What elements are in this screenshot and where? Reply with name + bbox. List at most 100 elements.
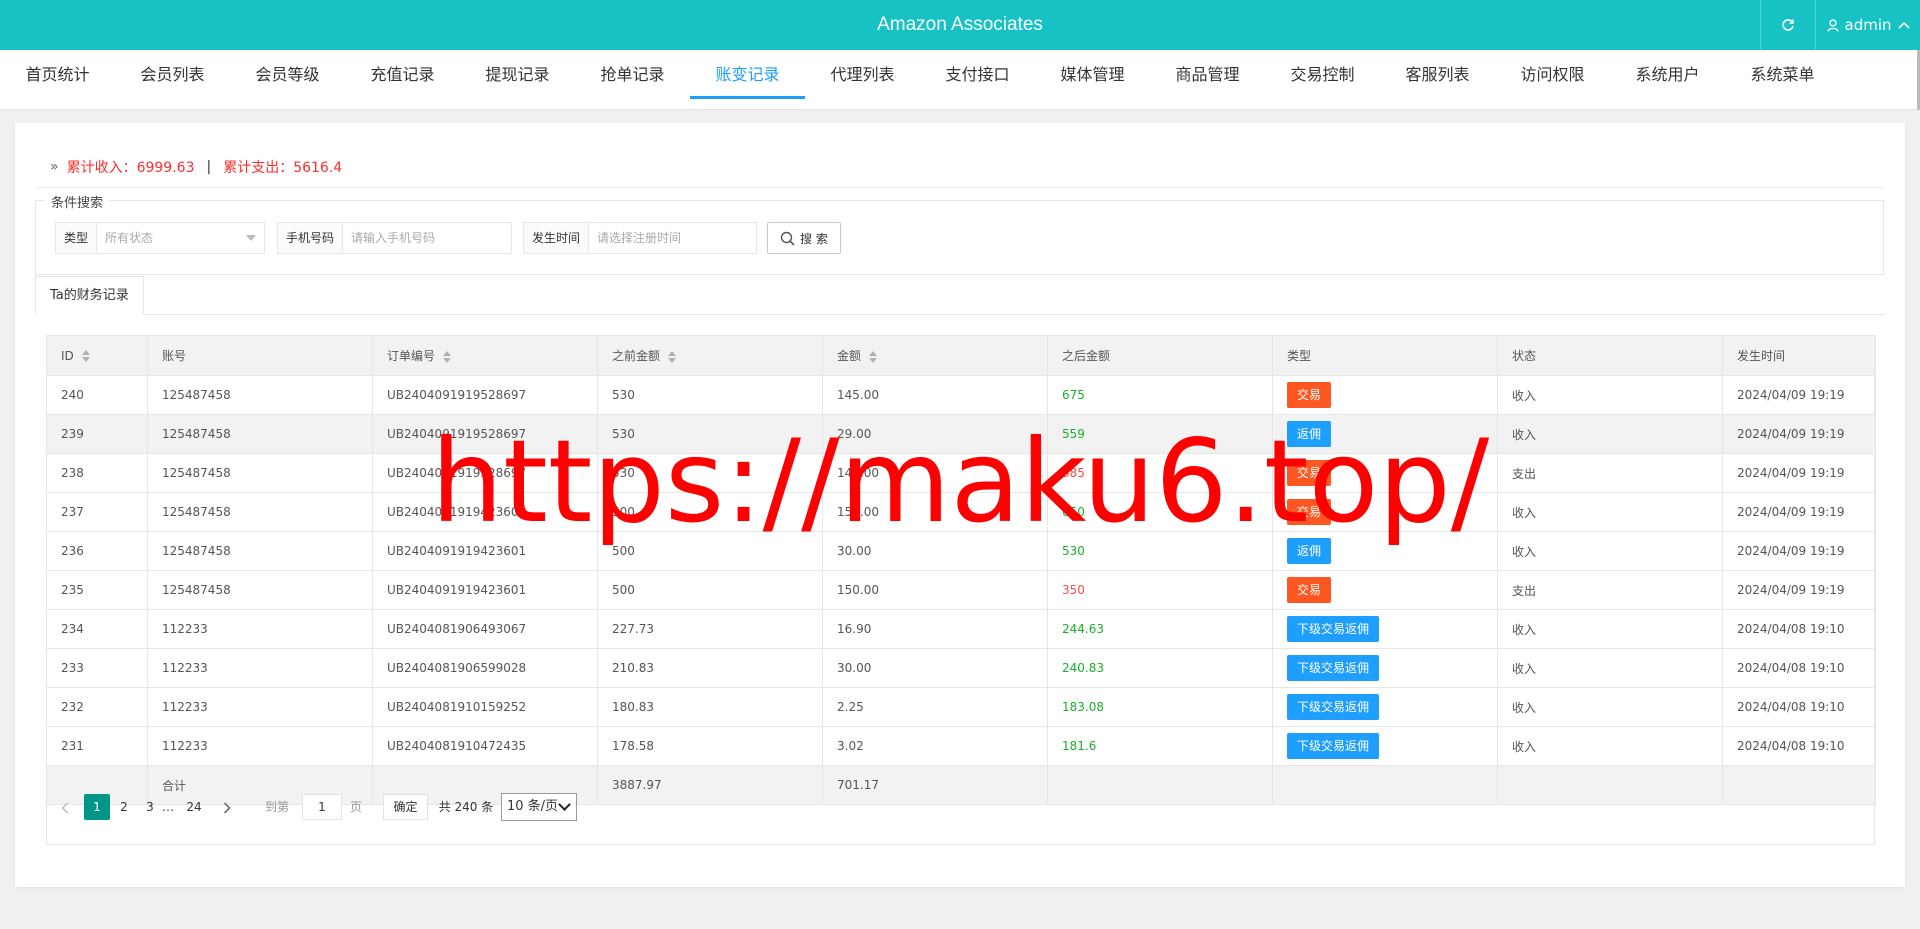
caret-down-icon [246,235,256,241]
table-row[interactable]: 238 125487458 UB2404091919528697 530 145.00 3… [46,453,1876,493]
nav-item-balance-change-records[interactable]: 账变记录 [690,50,805,99]
cell-amount-text: 30.00 [837,661,872,675]
goto-confirm-button[interactable]: 确定 [383,794,428,820]
cell-order-number: UB2404091919423601 [372,570,598,610]
cell-account-text: 125487458 [162,466,231,480]
cell-order-number: UB2404091919423601 [372,531,598,571]
tab-financial-records[interactable]: Ta的财务记录 [35,276,144,315]
chevron-up-icon [1897,21,1910,29]
cell-after-amount-text: 559 [1062,427,1085,441]
next-page-button[interactable] [216,794,238,820]
page-button-last[interactable]: 24 [176,794,212,820]
nav-item-withdraw-records[interactable]: 提现记录 [460,50,575,96]
app-title: Amazon Associates [877,14,1043,35]
nav-item-product-management[interactable]: 商品管理 [1150,50,1265,96]
nav-item-trade-control[interactable]: 交易控制 [1265,50,1380,96]
table-row[interactable]: 236 125487458 UB2404091919423601 500 30.00 53… [46,531,1876,571]
type-badge: 返佣 [1287,421,1332,447]
table-row[interactable]: 240 125487458 UB2404091919528697 530 145.00 6… [46,375,1876,415]
time-input[interactable] [589,223,756,253]
nav-item-customer-service-list[interactable]: 客服列表 [1380,50,1495,96]
nav-item-payment-interface[interactable]: 支付接口 [920,50,1035,96]
nav-item-access-permissions[interactable]: 访问权限 [1495,50,1610,96]
records-table: ID 账号 订单编号 之前金额 金额 之后金额 类型 状态 发生时间 240 12… [46,335,1876,805]
table-row[interactable]: 235 125487458 UB2404091919423601 500 150.00 3… [46,570,1876,610]
cell-account: 125487458 [147,375,373,415]
cell-after-amount: 240.83 [1047,648,1273,688]
cell-amount: 150.00 [822,492,1048,532]
nav-item-system-menu[interactable]: 系统菜单 [1725,50,1840,96]
cell-order-number-text: UB2404091919423601 [387,583,527,597]
column-header-id[interactable]: ID [46,335,148,376]
column-header-amount[interactable]: 金额 [822,335,1048,376]
cell-type: 下级交易返佣 [1272,687,1498,727]
cell-before-amount: 500 [597,531,823,571]
column-header-time: 发生时间 [1722,335,1876,376]
type-badge: 交易 [1287,577,1332,603]
prev-page-button[interactable] [54,794,76,820]
refresh-icon [1782,19,1794,31]
cell-time: 2024/04/08 19:10 [1722,726,1876,766]
page-button-2[interactable]: 2 [110,794,138,820]
nav-item-grab-order-records[interactable]: 抢单记录 [575,50,690,96]
cell-status-text: 收入 [1512,739,1537,754]
cell-id: 236 [46,531,148,571]
sort-icon[interactable] [668,350,677,363]
cell-after-amount-text: 530 [1062,544,1085,558]
page-ellipsis: … [162,800,174,814]
cell-account-text: 112233 [162,622,208,636]
nav-item-recharge-records[interactable]: 充值记录 [345,50,460,96]
cell-after-amount: 244.63 [1047,609,1273,649]
total-expense: 累计支出：5616.4 [223,160,343,176]
column-header-before-amount[interactable]: 之前金额 [597,335,823,376]
search-button[interactable]: 搜 索 [767,222,841,254]
table-row[interactable]: 233 112233 UB2404081906599028 210.83 30.00 24… [46,648,1876,688]
table-row[interactable]: 239 125487458 UB2404091919528697 530 29.00 55… [46,414,1876,454]
cell-account: 112233 [147,648,373,688]
type-select[interactable]: 所有状态 [97,223,264,253]
nav-item-member-list[interactable]: 会员列表 [115,50,230,96]
cell-status-text: 收入 [1512,661,1537,676]
table-row[interactable]: 232 112233 UB2404081910159252 180.83 2.25 183… [46,687,1876,727]
table-row[interactable]: 237 125487458 UB2404091919423601 500 150.00 6… [46,492,1876,532]
cell-after-amount: 385 [1047,453,1273,493]
refresh-button[interactable] [1760,0,1815,50]
table-row[interactable]: 234 112233 UB2404081906493067 227.73 16.90 24… [46,609,1876,649]
column-header-order-number[interactable]: 订单编号 [372,335,598,376]
cell-type: 返佣 [1272,531,1498,571]
page-button-3[interactable]: 3 [138,794,162,820]
nav-item-home-stats[interactable]: 首页统计 [0,50,115,96]
cell-account: 125487458 [147,570,373,610]
nav-item-member-levels[interactable]: 会员等级 [230,50,345,96]
type-badge: 下级交易返佣 [1287,616,1380,642]
user-menu-button[interactable]: admin [1815,0,1920,50]
sort-icon[interactable] [869,350,878,363]
type-badge: 下级交易返佣 [1287,733,1380,759]
cell-id: 235 [46,570,148,610]
cell-id-text: 240 [61,388,84,402]
nav-item-agent-list[interactable]: 代理列表 [805,50,920,96]
phone-input[interactable] [343,223,511,253]
cell-order-number: UB2404081906599028 [372,648,598,688]
cell-id: 240 [46,375,148,415]
page-button-1[interactable]: 1 [84,794,110,820]
cell-order-number: UB2404081910159252 [372,687,598,727]
cell-id-text: 232 [61,700,84,714]
table-row[interactable]: 231 112233 UB2404081910472435 178.58 3.02 181… [46,726,1876,766]
cell-before-amount: 530 [597,453,823,493]
cell-status-text: 收入 [1512,388,1537,403]
nav-item-system-users[interactable]: 系统用户 [1610,50,1725,96]
total-before-amount: 3887.97 [597,765,823,805]
type-badge: 交易 [1287,382,1332,408]
sort-icon[interactable] [443,350,452,363]
goto-page-input[interactable]: 1 [302,794,342,820]
sort-icon[interactable] [81,350,91,362]
cell-before-amount: 178.58 [597,726,823,766]
cell-after-amount-text: 650 [1062,505,1085,519]
content-card: » 累计收入：6999.63 | 累计支出：5616.4 条件搜索 类型 所有状… [15,123,1905,887]
nav-item-media-management[interactable]: 媒体管理 [1035,50,1150,96]
cell-order-number: UB2404081910472435 [372,726,598,766]
total-amount: 701.17 [822,765,1048,805]
page-size-select[interactable]: 10 条/页 [501,793,577,821]
cell-order-number: UB2404091919528697 [372,414,598,454]
